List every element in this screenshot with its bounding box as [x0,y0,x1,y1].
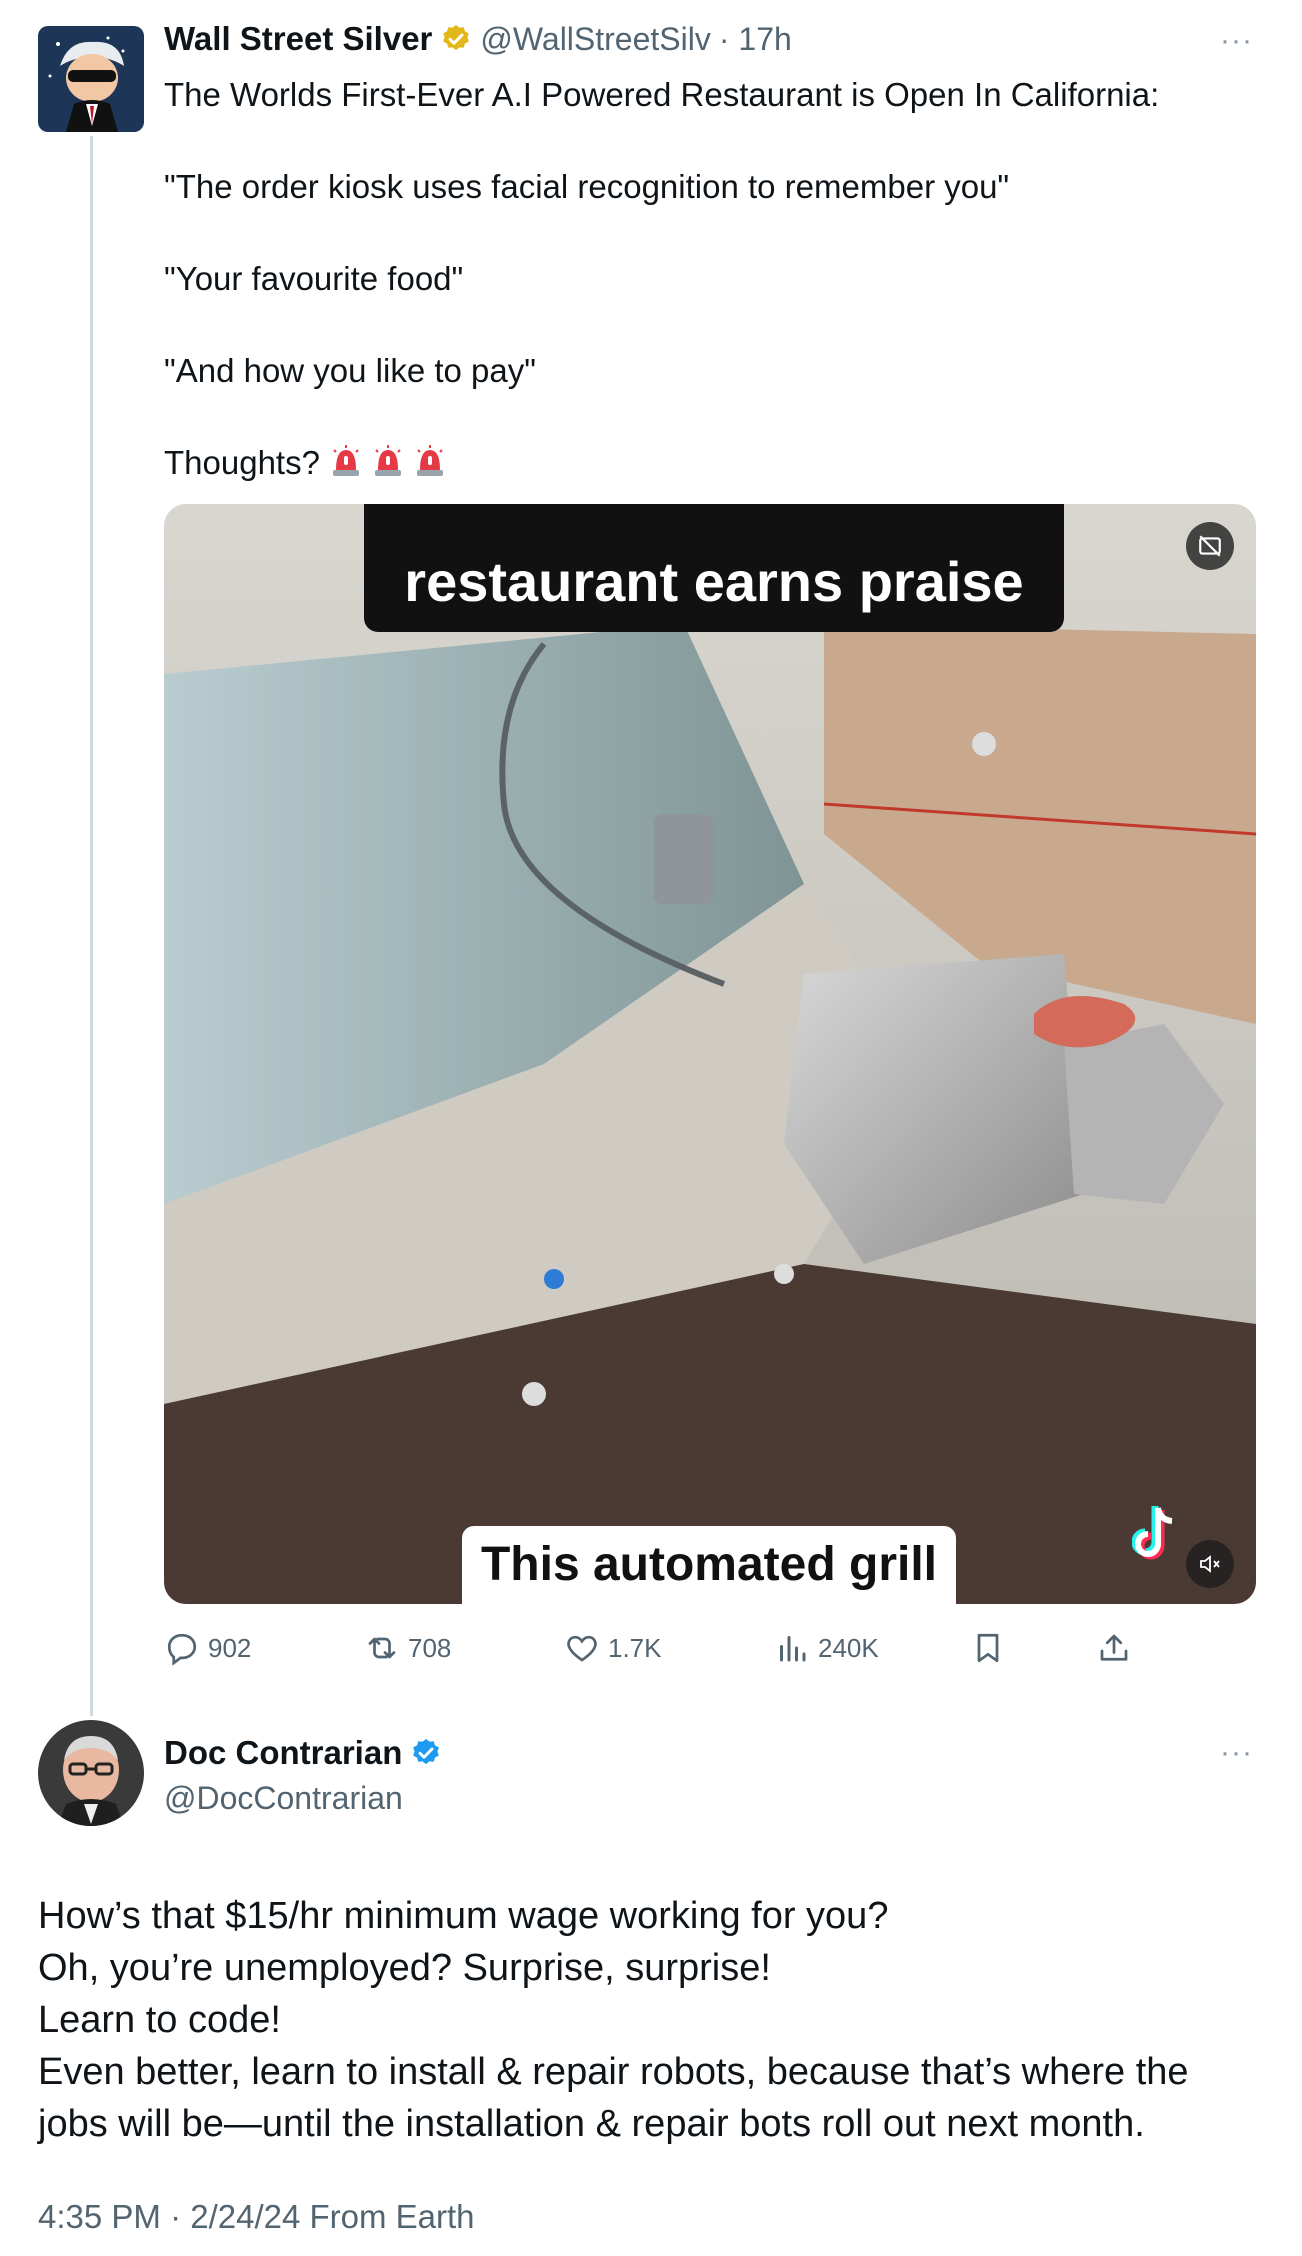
tweet-line: "The order kiosk uses facial recognition… [164,168,1010,205]
tweet-line: Thoughts? [164,444,320,481]
tweet-text: The Worlds First-Ever A.I Powered Restau… [164,72,1244,486]
verified-gold-badge-icon [443,25,470,51]
tweet-line: "Your favourite food" [164,260,464,297]
reply-text: How’s that $15/hr minimum wage working f… [38,1890,1278,2150]
share-button[interactable] [1096,1620,1132,1676]
like-count: 1.7K [608,1632,662,1663]
avatar-doc-contrarian[interactable] [38,1720,144,1826]
reply-timestamp[interactable]: 4:35 PM · 2/24/24 From Earth [38,2198,475,2236]
reply-line: How’s that $15/hr minimum wage working f… [38,1895,889,1937]
content-warning-icon[interactable] [1186,522,1234,570]
heart-icon [567,1635,597,1662]
repost-count: 708 [408,1632,452,1663]
reply-author-handle[interactable]: @DocContrarian [164,1780,403,1817]
reply-more-options-icon[interactable]: ··· [1220,1736,1253,1770]
tweet-line-last: Thoughts? [164,440,1244,486]
avatar-wall-street-silver[interactable] [38,26,144,132]
tweet-line: "And how you like to pay" [164,352,536,389]
views-count: 240K [818,1632,879,1663]
tweet-video[interactable]: restaurant earns praise This automated g… [164,504,1256,1604]
siren-emoji-icon [374,445,401,476]
reply-author-name[interactable]: Doc Contrarian [164,1734,402,1772]
author-handle[interactable]: @WallStreetSilv [480,21,710,58]
video-caption-top: restaurant earns praise [364,504,1064,632]
tweet-line: The Worlds First-Ever A.I Powered Restau… [164,76,1160,113]
mute-icon[interactable] [1186,1540,1234,1588]
reply-icon [167,1633,197,1666]
more-options-icon[interactable]: ··· [1220,24,1253,58]
views-button[interactable]: 240K [774,1620,879,1676]
bookmark-icon [977,1633,999,1663]
siren-emoji-icon [332,445,359,476]
bookmark-button[interactable] [970,1620,1006,1676]
reply-header: Doc Contrarian [164,1734,442,1772]
post-time[interactable]: · 17h [719,21,792,58]
thread-connector-line [90,136,93,1716]
reply-line: Learn to code! [38,1999,281,2041]
reply-line: jobs will be—until the installation & re… [38,2103,1145,2145]
like-button[interactable]: 1.7K [564,1620,662,1676]
tweet-header: Wall Street Silver @WallStreetSilv · 17h [164,20,792,58]
reply-line: Oh, you’re unemployed? Surprise, surpris… [38,1947,771,1989]
video-frame-image [164,504,1256,1604]
reply-button[interactable]: 902 [164,1620,251,1676]
repost-icon [368,1637,396,1659]
author-name[interactable]: Wall Street Silver [164,20,432,58]
siren-emoji-icon [416,445,443,476]
tiktok-logo-icon [1131,1504,1182,1564]
video-caption-bottom: This automated grill [462,1526,956,1604]
share-icon [1100,1634,1128,1661]
verified-blue-badge-icon [413,1739,440,1765]
tweet-actions: 902 708 1.7K 240K [164,1620,1164,1676]
reply-line: Even better, learn to install & repair r… [38,2051,1189,2093]
reply-count: 902 [208,1632,252,1663]
repost-button[interactable]: 708 [364,1620,451,1676]
analytics-icon [780,1636,806,1662]
